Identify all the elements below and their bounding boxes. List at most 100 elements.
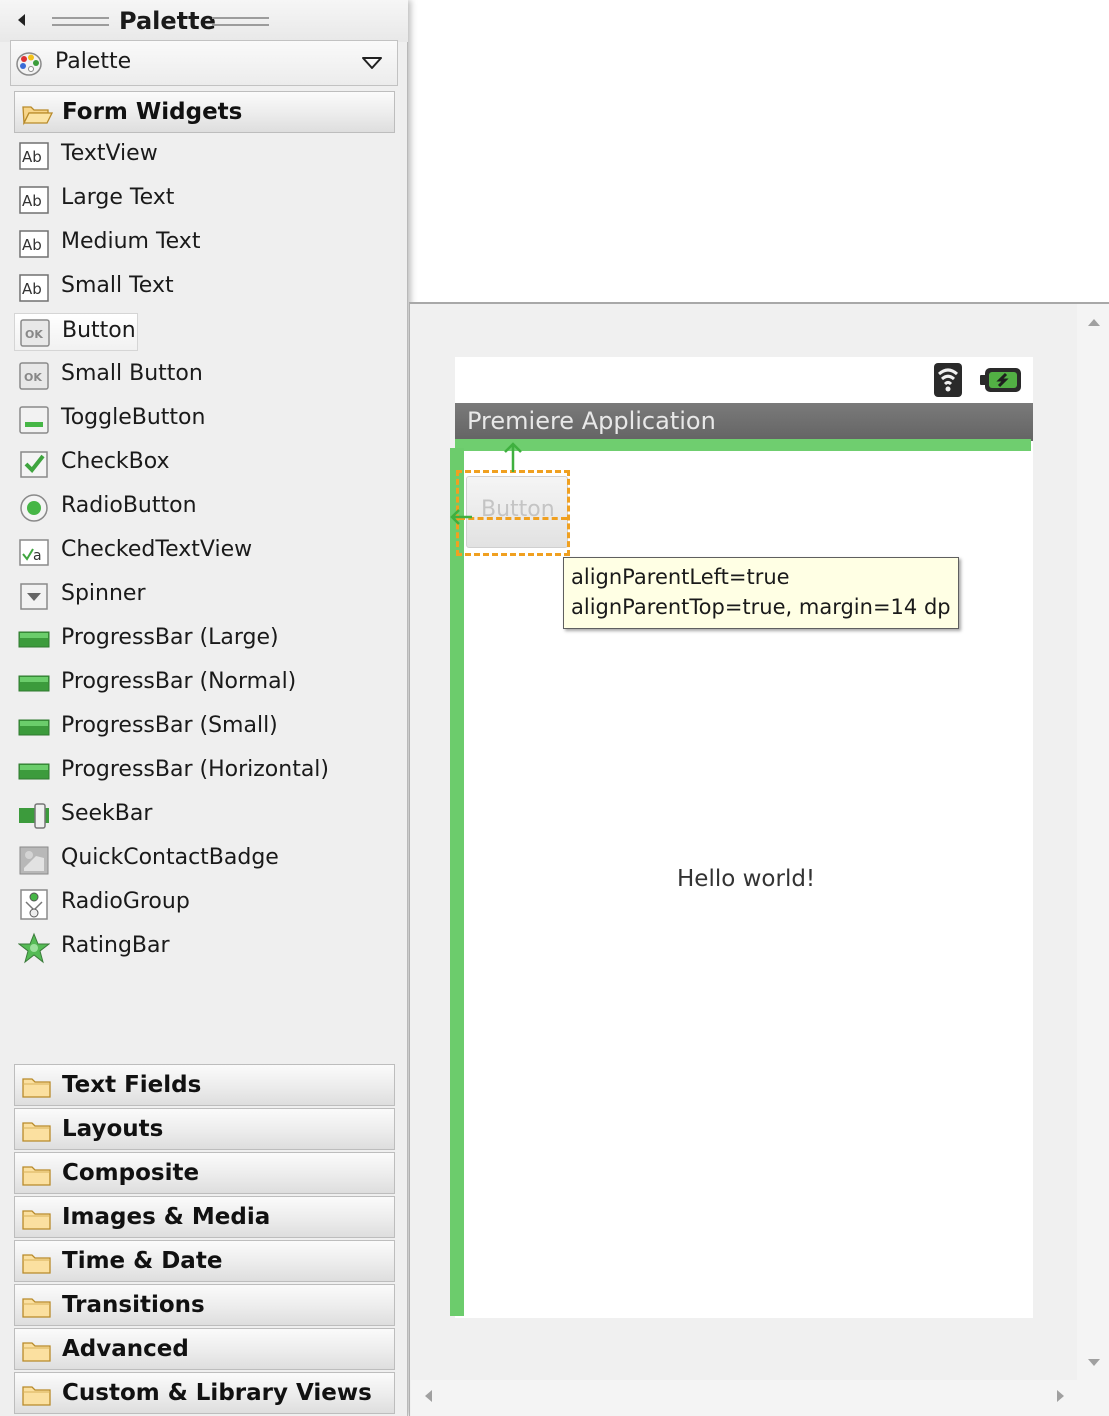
widget-item-ratingbar[interactable]: RatingBar xyxy=(14,929,395,967)
widget-label: ProgressBar (Large) xyxy=(61,625,279,650)
widget-item-progressbar-large[interactable]: ProgressBar (Large) xyxy=(14,621,395,659)
widget-label: RatingBar xyxy=(61,933,170,958)
toggle-button-icon xyxy=(19,406,49,434)
category-label: Advanced xyxy=(62,1336,189,1362)
scroll-up-icon[interactable] xyxy=(1088,319,1100,326)
widget-label: Button xyxy=(62,318,136,343)
selection-baseline xyxy=(459,517,567,520)
ok-button-icon: OK xyxy=(19,362,49,390)
widget-item-checkedtextview[interactable]: a CheckedTextView xyxy=(14,533,395,571)
palette-title-bar[interactable]: Palette xyxy=(0,0,408,42)
widget-item-radiogroup[interactable]: RadioGroup xyxy=(14,885,395,923)
palette-title: Palette xyxy=(119,7,216,35)
widget-item-large-text[interactable]: Ab Large Text xyxy=(14,181,395,219)
ok-button-icon: OK xyxy=(20,319,50,347)
widget-item-radiobutton[interactable]: RadioButton xyxy=(14,489,395,527)
widget-label: QuickContactBadge xyxy=(61,845,279,870)
folder-icon xyxy=(22,1386,51,1406)
widget-item-togglebutton[interactable]: ToggleButton xyxy=(14,401,395,439)
alignment-guide-top xyxy=(455,439,1031,451)
category-form-widgets[interactable]: Form Widgets xyxy=(14,91,395,133)
category-composite[interactable]: Composite xyxy=(14,1152,395,1194)
widget-label: ToggleButton xyxy=(61,405,206,430)
progress-bar-icon xyxy=(18,763,50,780)
widget-item-quickcontactbadge[interactable]: QuickContactBadge xyxy=(14,841,395,879)
palette-selector[interactable]: Palette xyxy=(10,40,398,86)
widget-label: TextView xyxy=(61,141,158,166)
checked-text-icon: a xyxy=(19,539,49,566)
widget-label: Spinner xyxy=(61,581,146,606)
palette-panel: Palette Palette Form Widgets Ab TextView Ab… xyxy=(0,0,408,1416)
progress-bar-icon xyxy=(18,631,50,648)
radio-button-icon xyxy=(20,494,48,522)
contact-badge-icon xyxy=(19,846,49,875)
widget-item-small-button[interactable]: OK Small Button xyxy=(14,357,395,395)
category-label: Time & Date xyxy=(62,1248,223,1274)
hello-world-text[interactable]: Hello world! xyxy=(677,866,815,892)
star-icon xyxy=(18,932,50,964)
category-custom-and-library-views[interactable]: Custom & Library Views xyxy=(14,1372,395,1414)
alignment-guide-left xyxy=(450,448,464,1316)
action-bar: Premiere Application xyxy=(455,403,1033,441)
widget-label: Small Text xyxy=(61,273,174,298)
svg-text:OK: OK xyxy=(25,328,43,341)
folder-icon xyxy=(22,1122,51,1142)
folder-icon xyxy=(22,1342,51,1362)
widget-item-checkbox[interactable]: CheckBox xyxy=(14,445,395,483)
category-label: Form Widgets xyxy=(62,99,243,125)
category-text-fields[interactable]: Text Fields xyxy=(14,1064,395,1106)
svg-text:Ab: Ab xyxy=(22,148,42,166)
text-ab-icon: Ab xyxy=(19,274,49,302)
widget-item-progressbar-horizontal[interactable]: ProgressBar (Horizontal) xyxy=(14,753,395,791)
widget-item-button[interactable]: OK Button xyxy=(14,313,138,351)
category-images-and-media[interactable]: Images & Media xyxy=(14,1196,395,1238)
vertical-scrollbar[interactable] xyxy=(1077,304,1109,1380)
widget-label: Small Button xyxy=(61,361,203,386)
arrow-left-icon xyxy=(450,509,472,525)
folder-icon xyxy=(22,1298,51,1318)
drag-grip-icon[interactable] xyxy=(212,17,269,26)
folder-icon xyxy=(22,1166,51,1186)
widget-label: Medium Text xyxy=(61,229,201,254)
widget-label: CheckBox xyxy=(61,449,170,474)
scroll-left-icon[interactable] xyxy=(425,1390,432,1402)
drag-grip-icon[interactable] xyxy=(52,17,109,26)
collapse-arrow-icon[interactable] xyxy=(18,14,25,26)
text-ab-icon: Ab xyxy=(19,230,49,258)
category-layouts[interactable]: Layouts xyxy=(14,1108,395,1150)
tooltip-line: alignParentLeft=true xyxy=(571,565,790,589)
svg-text:Ab: Ab xyxy=(22,192,42,210)
widget-item-progressbar-small[interactable]: ProgressBar (Small) xyxy=(14,709,395,747)
spinner-icon xyxy=(20,583,48,610)
widget-label: Large Text xyxy=(61,185,175,210)
progress-bar-icon xyxy=(18,719,50,736)
palette-selector-label: Palette xyxy=(55,49,132,74)
category-label: Layouts xyxy=(62,1116,164,1142)
text-ab-icon: Ab xyxy=(19,142,49,170)
category-advanced[interactable]: Advanced xyxy=(14,1328,395,1370)
text-ab-icon: Ab xyxy=(19,186,49,214)
scroll-down-icon[interactable] xyxy=(1088,1359,1100,1366)
chevron-down-icon[interactable] xyxy=(361,55,383,71)
category-time-and-date[interactable]: Time & Date xyxy=(14,1240,395,1282)
widget-item-small-text[interactable]: Ab Small Text xyxy=(14,269,395,307)
category-label: Images & Media xyxy=(62,1204,271,1230)
category-transitions[interactable]: Transitions xyxy=(14,1284,395,1326)
widget-item-spinner[interactable]: Spinner xyxy=(14,577,395,615)
widget-item-progressbar-normal[interactable]: ProgressBar (Normal) xyxy=(14,665,395,703)
scroll-right-icon[interactable] xyxy=(1057,1390,1064,1402)
palette-icon xyxy=(16,52,42,76)
widget-label: SeekBar xyxy=(61,801,153,826)
battery-icon xyxy=(980,368,1021,392)
widget-item-textview[interactable]: Ab TextView xyxy=(14,137,395,175)
widget-item-medium-text[interactable]: Ab Medium Text xyxy=(14,225,395,263)
folder-open-icon xyxy=(22,106,53,126)
svg-text:a: a xyxy=(33,548,42,564)
folder-icon xyxy=(22,1078,51,1098)
category-label: Text Fields xyxy=(62,1072,202,1098)
radio-group-icon xyxy=(20,889,48,920)
horizontal-scrollbar[interactable] xyxy=(411,1380,1109,1416)
widget-item-seekbar[interactable]: SeekBar xyxy=(14,797,395,835)
folder-icon xyxy=(22,1254,51,1274)
folder-icon xyxy=(22,1210,51,1230)
